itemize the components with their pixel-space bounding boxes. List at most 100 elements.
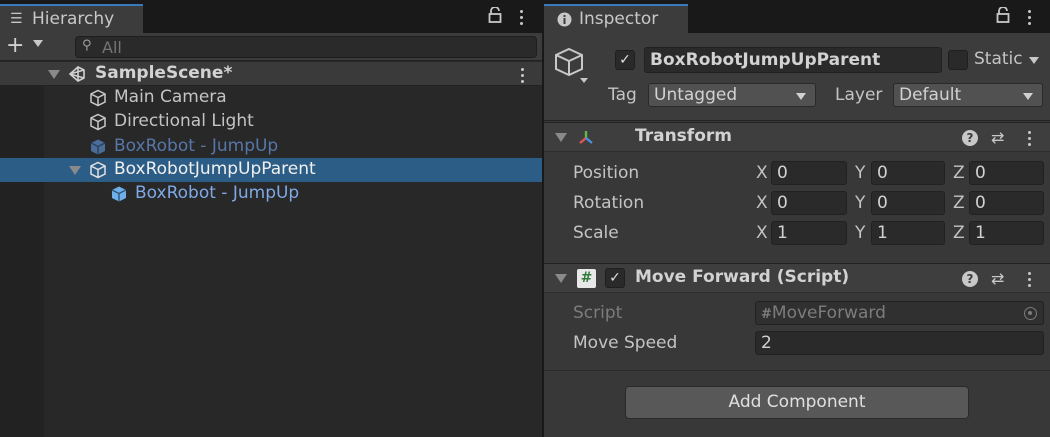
scene-menu-icon[interactable] xyxy=(521,68,525,86)
transform-icon xyxy=(579,131,593,144)
transform-foldout-icon[interactable] xyxy=(555,133,567,142)
search-input[interactable] xyxy=(102,37,522,57)
csharp-script-icon: # xyxy=(577,269,596,288)
hierarchy-item-directional-light[interactable]: Directional Light xyxy=(0,110,542,134)
tab-inspector-label: Inspector xyxy=(579,9,659,29)
scene-row[interactable]: SampleScene* xyxy=(0,62,542,86)
scale-x-field[interactable]: 1 xyxy=(771,221,847,245)
gameobject-icon xyxy=(90,89,106,107)
scene-name: SampleScene* xyxy=(95,63,233,83)
hierarchy-tree: SampleScene* Main Camera Directional Lig… xyxy=(0,62,542,437)
scale-label: Scale xyxy=(573,223,619,243)
inspector-menu-icon[interactable] xyxy=(1028,10,1032,28)
gameobject-header: ✓ BoxRobotJumpUpParent Static Tag Untagg… xyxy=(544,33,1050,121)
object-picker-icon[interactable] xyxy=(1024,307,1037,320)
position-label: Position xyxy=(573,163,640,183)
hierarchy-window: ☰ Hierarchy + ⚲ SampleScene* Main Camera xyxy=(0,0,542,437)
tab-hierarchy[interactable]: ☰ Hierarchy xyxy=(0,4,143,33)
add-component-button[interactable]: Add Component xyxy=(625,386,969,419)
rotation-label: Rotation xyxy=(573,193,645,213)
hierarchy-menu-icon[interactable] xyxy=(520,10,524,28)
hierarchy-tab-bar: ☰ Hierarchy xyxy=(0,0,542,33)
position-x-field[interactable]: 0 xyxy=(771,161,847,185)
presets-icon[interactable]: ⇄ xyxy=(991,128,1004,147)
hierarchy-toolbar: + ⚲ xyxy=(0,33,542,61)
rotation-z-field[interactable]: 0 xyxy=(969,191,1044,215)
hierarchy-item-label: Main Camera xyxy=(114,87,227,107)
presets-icon[interactable]: ⇄ xyxy=(991,269,1004,288)
move-speed-field[interactable]: 2 xyxy=(755,331,1044,355)
object-name-field[interactable]: BoxRobotJumpUpParent xyxy=(644,47,942,73)
inspector-tab-bar: Inspector xyxy=(544,0,1050,33)
create-button[interactable]: + xyxy=(6,34,24,58)
help-icon[interactable]: ? xyxy=(962,271,978,287)
layer-value: Default xyxy=(899,85,962,105)
gameobject-large-icon[interactable] xyxy=(554,47,588,85)
tag-label: Tag xyxy=(608,85,637,105)
static-label: Static xyxy=(974,49,1023,69)
rotation-y-field[interactable]: 0 xyxy=(871,191,945,215)
gameobject-icon xyxy=(90,113,106,131)
hierarchy-item-label: BoxRobot - JumpUp xyxy=(135,183,300,203)
static-checkbox[interactable] xyxy=(948,50,968,70)
component-menu-icon[interactable] xyxy=(1028,272,1032,290)
axis-y-label[interactable]: Y xyxy=(855,223,865,243)
hierarchy-item-boxrobot-inactive[interactable]: BoxRobot - JumpUp xyxy=(0,135,542,159)
move-forward-header[interactable]: # ✓ Move Forward (Script) ? ⇄ xyxy=(544,263,1050,293)
hierarchy-item-main-camera[interactable]: Main Camera xyxy=(0,86,542,110)
axis-z-label[interactable]: Z xyxy=(953,193,965,213)
tag-value: Untagged xyxy=(654,85,738,105)
foldout-icon[interactable] xyxy=(69,166,81,175)
scene-foldout-icon[interactable] xyxy=(48,70,60,79)
chevron-down-icon xyxy=(1023,93,1033,100)
axis-x-label[interactable]: X xyxy=(756,163,768,183)
list-icon: ☰ xyxy=(10,11,23,27)
prefab-icon xyxy=(90,139,106,155)
tab-inspector[interactable]: Inspector xyxy=(544,4,688,33)
hierarchy-item-label: Directional Light xyxy=(114,111,254,131)
unity-scene-icon xyxy=(68,66,85,82)
gameobject-icon xyxy=(90,161,106,179)
script-label: Script xyxy=(573,303,623,323)
hierarchy-item-label: BoxRobotJumpUpParent xyxy=(114,159,316,179)
rotation-x-field[interactable]: 0 xyxy=(771,191,847,215)
scale-z-field[interactable]: 1 xyxy=(969,221,1044,245)
search-icon: ⚲ xyxy=(82,38,92,53)
prefab-icon xyxy=(111,186,127,202)
hierarchy-item-boxrobotjumpupparent[interactable]: BoxRobotJumpUpParent xyxy=(0,158,542,182)
inspector-window: Inspector ✓ BoxRobotJumpUpParent Static … xyxy=(544,0,1050,437)
move-forward-title: Move Forward (Script) xyxy=(635,267,850,287)
axis-y-label[interactable]: Y xyxy=(855,163,865,183)
active-checkbox[interactable]: ✓ xyxy=(615,50,635,70)
transform-header[interactable]: Transform ? ⇄ xyxy=(544,122,1050,152)
axis-x-label[interactable]: X xyxy=(756,193,768,213)
move-speed-label: Move Speed xyxy=(573,333,678,353)
layer-dropdown[interactable]: Default xyxy=(893,83,1043,107)
hierarchy-search[interactable]: ⚲ xyxy=(75,36,537,58)
component-menu-icon[interactable] xyxy=(1028,131,1032,149)
tag-dropdown[interactable]: Untagged xyxy=(648,83,816,107)
tab-hierarchy-label: Hierarchy xyxy=(32,9,115,29)
lock-icon[interactable] xyxy=(996,6,1010,27)
help-icon[interactable]: ? xyxy=(962,130,978,146)
hierarchy-item-boxrobot-child[interactable]: BoxRobot - JumpUp xyxy=(0,182,542,206)
move-forward-foldout-icon[interactable] xyxy=(555,274,567,283)
chevron-down-icon xyxy=(796,93,806,100)
lock-icon[interactable] xyxy=(488,6,502,27)
static-dropdown-icon[interactable] xyxy=(1029,57,1039,64)
axis-x-label[interactable]: X xyxy=(756,223,768,243)
hierarchy-item-label: BoxRobot - JumpUp xyxy=(114,136,279,156)
component-enabled-checkbox[interactable]: ✓ xyxy=(605,268,625,288)
position-z-field[interactable]: 0 xyxy=(969,161,1044,185)
axis-z-label[interactable]: Z xyxy=(953,223,965,243)
axis-z-label[interactable]: Z xyxy=(953,163,965,183)
info-icon xyxy=(557,12,572,31)
create-dropdown-icon[interactable] xyxy=(33,40,43,47)
script-value: MoveForward xyxy=(771,303,886,323)
script-object-field[interactable]: #MoveForward xyxy=(755,301,1044,325)
csharp-script-small-icon: # xyxy=(761,307,772,322)
scale-y-field[interactable]: 1 xyxy=(871,221,945,245)
axis-y-label[interactable]: Y xyxy=(855,193,865,213)
position-y-field[interactable]: 0 xyxy=(871,161,945,185)
component-divider xyxy=(544,370,1050,371)
